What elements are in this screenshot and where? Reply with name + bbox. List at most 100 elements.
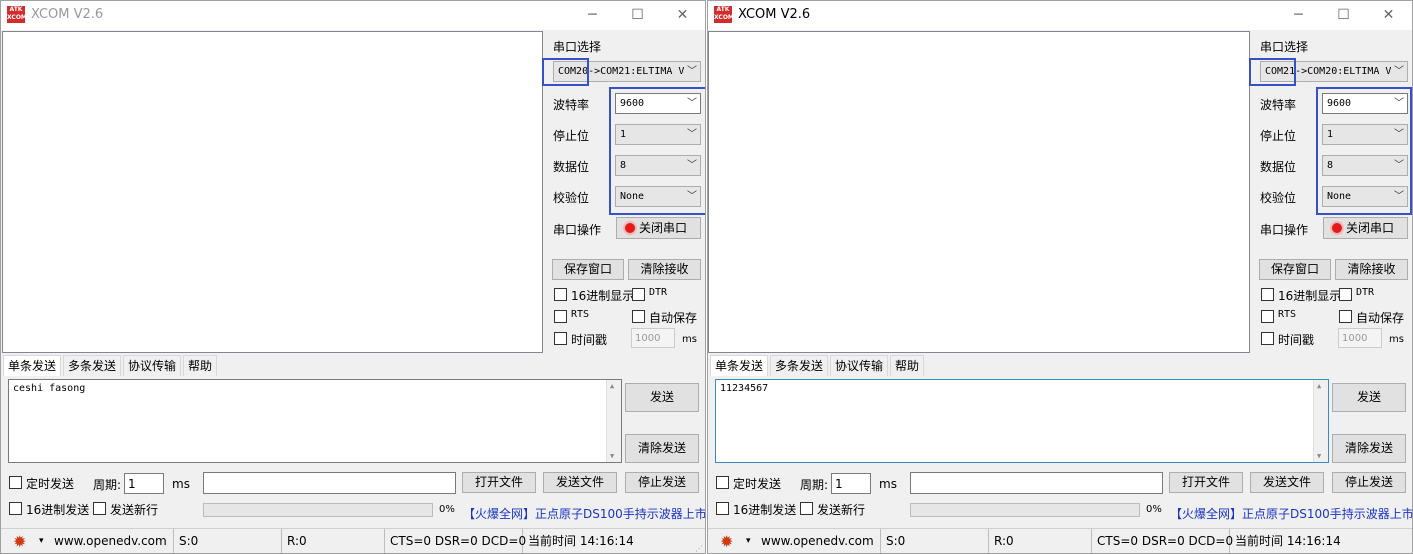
hex-display-checkbox[interactable] [1261, 288, 1274, 301]
data-bits-select[interactable]: 8 ﹀ [1322, 155, 1408, 176]
parity-select[interactable]: None ﹀ [615, 186, 701, 207]
minimize-icon[interactable]: ─ [1276, 1, 1321, 30]
title-bar[interactable]: ATK XCOM XCOM V2.6 ─ ☐ ✕ [708, 1, 1412, 30]
data-bits-label: 数据位 [1260, 160, 1297, 174]
maximize-icon[interactable]: ☐ [615, 1, 660, 30]
tab-multi-send[interactable]: 多条发送 [770, 355, 829, 376]
file-path-input[interactable] [203, 472, 456, 494]
gear-icon: ✹ [13, 532, 27, 551]
resize-grip-icon[interactable]: ⋰ [695, 544, 703, 553]
send-input[interactable]: 11234567 ▲ ▼ [715, 379, 1329, 463]
tab-help[interactable]: 帮助 [183, 355, 218, 376]
save-window-button[interactable]: 保存窗口 [552, 259, 624, 280]
website-link[interactable]: www.openedv.com [49, 529, 174, 553]
chevron-down-icon: ﹀ [1394, 160, 1404, 171]
send-button[interactable]: 发送 [625, 383, 699, 412]
period-input[interactable]: 1 [124, 473, 164, 494]
ad-link[interactable]: 【火爆全网】正点原子DS100手持示波器上市 [1170, 505, 1412, 522]
stop-send-button[interactable]: 停止发送 [625, 472, 699, 493]
open-file-button[interactable]: 打开文件 [1169, 472, 1243, 493]
baud-label: 波特率 [1260, 98, 1297, 112]
minimize-icon[interactable]: ─ [570, 1, 615, 30]
status-bar: ✹ ▾ www.openedv.com S:0 R:0 CTS=0 DSR=0 … [1, 528, 705, 553]
tab-protocol[interactable]: 协议传输 [123, 355, 182, 376]
send-scrollbar[interactable]: ▲ ▼ [1313, 380, 1328, 462]
receive-area[interactable] [708, 31, 1250, 353]
hex-send-checkbox[interactable] [716, 502, 729, 515]
stop-send-button[interactable]: 停止发送 [1332, 472, 1406, 493]
title-bar[interactable]: ATK XCOM XCOM V2.6 ─ ☐ ✕ [1, 1, 705, 30]
clear-receive-button[interactable]: 清除接收 [1335, 259, 1408, 280]
auto-save-label: 自动保存 [649, 311, 698, 325]
stop-bits-select[interactable]: 1 ﹀ [615, 124, 701, 145]
maximize-icon[interactable]: ☐ [1321, 1, 1366, 30]
send-file-button[interactable]: 发送文件 [1250, 472, 1324, 493]
hex-display-label: 16进制显示 [1278, 289, 1342, 303]
scroll-down-icon: ▼ [610, 452, 615, 460]
save-window-button[interactable]: 保存窗口 [1259, 259, 1331, 280]
clear-send-button[interactable]: 清除发送 [1332, 434, 1406, 463]
window-title: XCOM V2.6 [31, 7, 104, 22]
settings-menu[interactable]: ✹ ▾ [708, 529, 756, 553]
chevron-down-icon: ﹀ [687, 129, 697, 140]
timestamp-checkbox[interactable] [1261, 332, 1274, 345]
rts-checkbox[interactable] [1261, 310, 1274, 323]
dtr-checkbox[interactable] [1339, 288, 1352, 301]
period-input[interactable]: 1 [831, 473, 871, 494]
timestamp-checkbox[interactable] [554, 332, 567, 345]
tab-multi-send[interactable]: 多条发送 [63, 355, 122, 376]
close-icon[interactable]: ✕ [660, 1, 705, 30]
record-icon [623, 221, 637, 235]
timed-send-label: 定时发送 [733, 477, 782, 491]
window-title: XCOM V2.6 [738, 7, 811, 22]
port-select[interactable]: COM20->COM21:ELTIMA V ﹀ [553, 61, 701, 82]
line-status: CTS=0 DSR=0 DCD=0 [385, 529, 526, 553]
hex-send-checkbox[interactable] [9, 502, 22, 515]
send-text: ceshi fasong [13, 383, 86, 394]
send-button[interactable]: 发送 [1332, 383, 1406, 412]
tab-help[interactable]: 帮助 [890, 355, 925, 376]
close-port-button[interactable]: 关闭串口 [616, 217, 701, 239]
chevron-down-icon: ﹀ [1394, 191, 1404, 202]
tab-single-send[interactable]: 单条发送 [710, 355, 769, 376]
clear-send-button[interactable]: 清除发送 [625, 434, 699, 463]
baud-select[interactable]: 9600 ﹀ [1322, 93, 1408, 114]
hex-display-checkbox[interactable] [554, 288, 567, 301]
send-input[interactable]: ceshi fasong ▲ ▼ [8, 379, 622, 463]
stop-bits-select[interactable]: 1 ﹀ [1322, 124, 1408, 145]
close-icon[interactable]: ✕ [1366, 1, 1411, 30]
scroll-down-icon: ▼ [1317, 452, 1322, 460]
data-bits-select[interactable]: 8 ﹀ [615, 155, 701, 176]
port-select[interactable]: COM21->COM20:ELTIMA V ﹀ [1260, 61, 1408, 82]
website-link[interactable]: www.openedv.com [756, 529, 881, 553]
tab-protocol[interactable]: 协议传输 [830, 355, 889, 376]
tab-single-send[interactable]: 单条发送 [3, 355, 62, 376]
file-path-input[interactable] [910, 472, 1163, 494]
serial-select-label: 串口选择 [553, 40, 602, 54]
received-count: R:0 [989, 529, 1092, 553]
send-file-button[interactable]: 发送文件 [543, 472, 617, 493]
timed-send-checkbox[interactable] [9, 476, 22, 489]
clear-receive-button[interactable]: 清除接收 [628, 259, 701, 280]
open-file-button[interactable]: 打开文件 [462, 472, 536, 493]
rts-checkbox[interactable] [554, 310, 567, 323]
dtr-checkbox[interactable] [632, 288, 645, 301]
dropdown-arrow-icon: ▾ [39, 536, 44, 546]
auto-save-checkbox[interactable] [632, 310, 645, 323]
settings-menu[interactable]: ✹ ▾ [1, 529, 49, 553]
send-scrollbar[interactable]: ▲ ▼ [606, 380, 621, 462]
send-newline-checkbox[interactable] [800, 502, 813, 515]
baud-select[interactable]: 9600 ﹀ [615, 93, 701, 114]
data-bits-label: 数据位 [553, 160, 590, 174]
timestamp-label: 时间戳 [1278, 333, 1315, 347]
close-port-button[interactable]: 关闭串口 [1323, 217, 1408, 239]
ad-link[interactable]: 【火爆全网】正点原子DS100手持示波器上市 [463, 505, 705, 522]
send-newline-checkbox[interactable] [93, 502, 106, 515]
timestamp-interval-input[interactable]: 1000 [1338, 328, 1382, 348]
sent-count: S:0 [174, 529, 282, 553]
timestamp-interval-input[interactable]: 1000 [631, 328, 675, 348]
timed-send-checkbox[interactable] [716, 476, 729, 489]
auto-save-checkbox[interactable] [1339, 310, 1352, 323]
parity-select[interactable]: None ﹀ [1322, 186, 1408, 207]
receive-area[interactable] [2, 31, 543, 353]
